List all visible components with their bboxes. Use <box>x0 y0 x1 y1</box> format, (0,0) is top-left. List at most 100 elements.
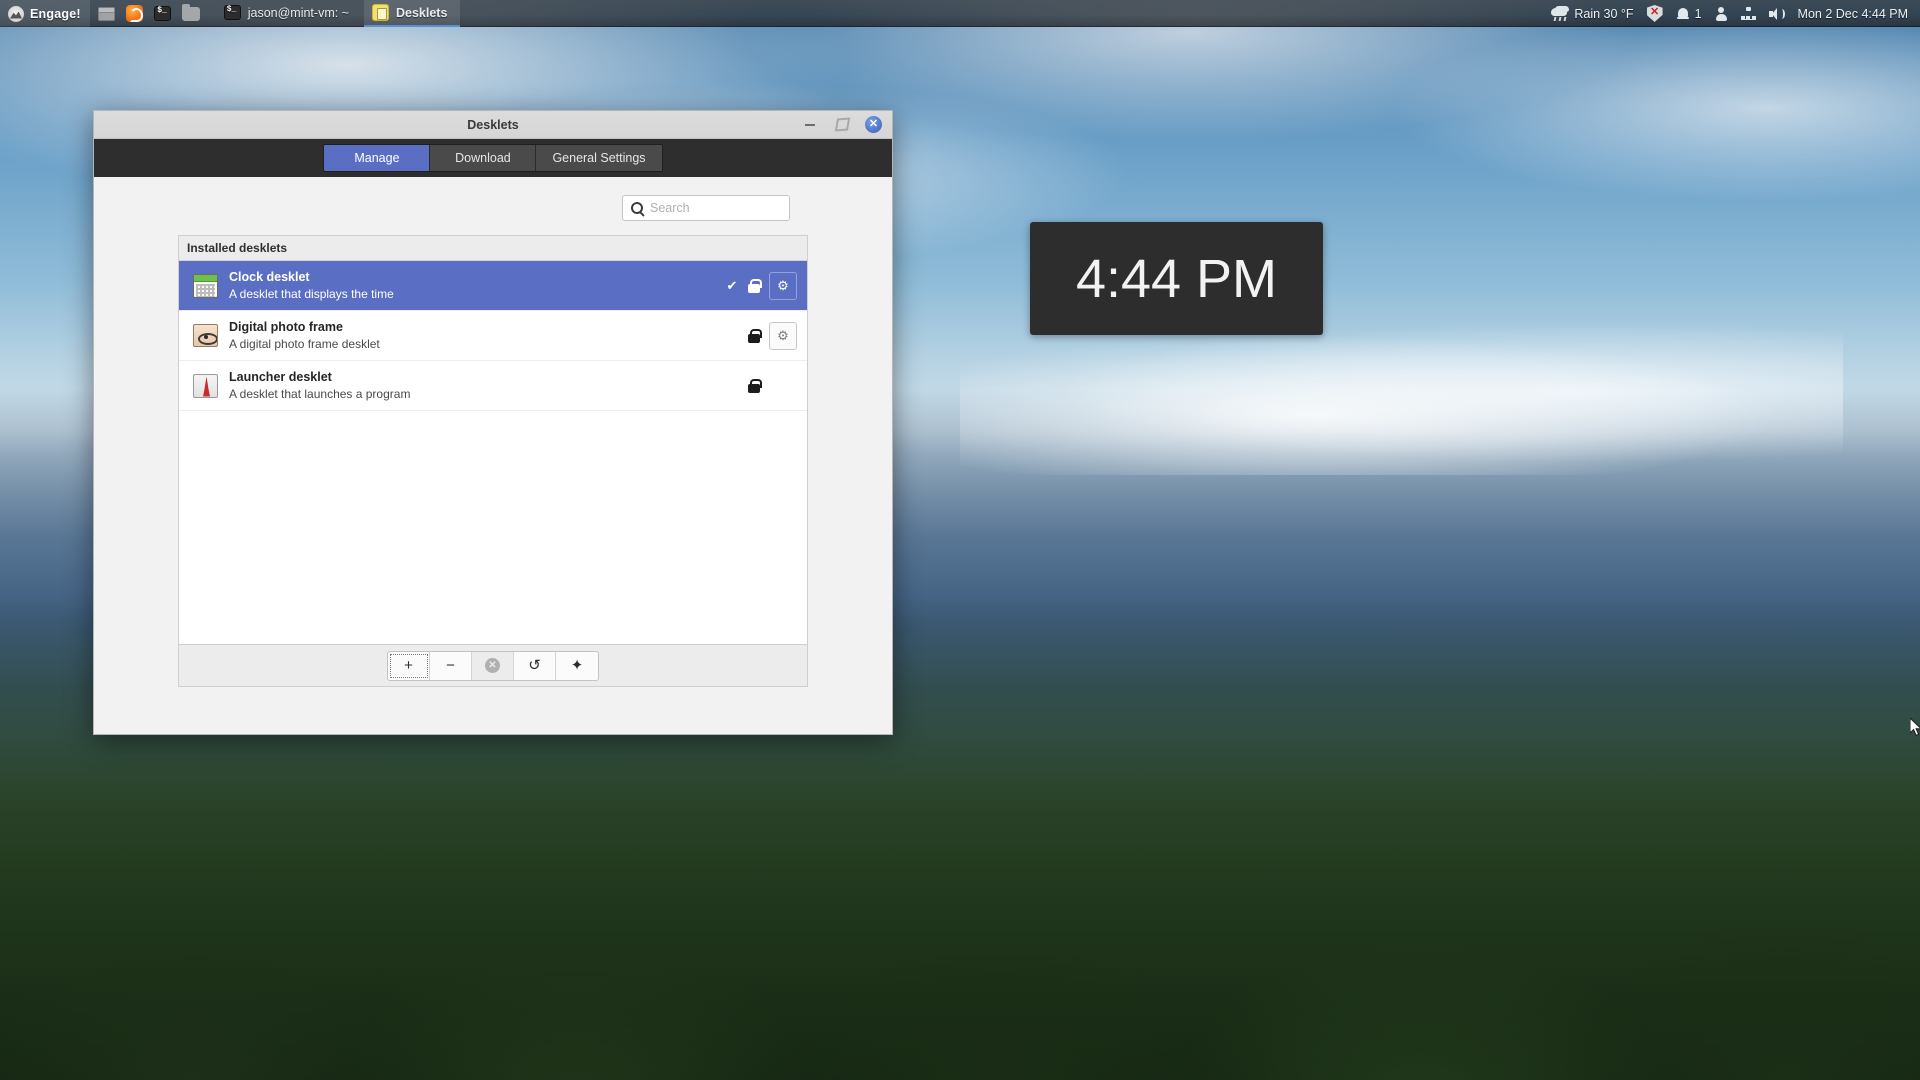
tab-manage-label: Manage <box>354 151 400 165</box>
remove-all-icon: ✕ <box>485 658 500 673</box>
launcher-desklet-icon <box>193 373 218 398</box>
tab-group: Manage Download General Settings <box>323 144 663 172</box>
table-row[interactable]: Digital photo frame A digital photo fram… <box>179 311 807 361</box>
undo-icon: ↺ <box>528 657 541 674</box>
search-icon <box>631 202 643 214</box>
menu-button-label: Engage! <box>30 6 81 21</box>
lock-icon <box>748 328 762 343</box>
tab-general-settings[interactable]: General Settings <box>536 145 662 171</box>
top-panel: Engage! jason@mint-vm: ~ Desklets Rain 3… <box>0 0 1920 27</box>
folder-icon <box>181 3 200 21</box>
volume-icon <box>1768 7 1785 21</box>
photo-frame-desklet-icon <box>193 324 218 347</box>
sparkle-icon: ✦ <box>570 657 584 674</box>
user-icon <box>1715 6 1728 21</box>
shield-alert-icon <box>1646 5 1663 22</box>
launcher-files[interactable] <box>178 3 204 25</box>
configure-button[interactable]: ⚙ <box>769 321 797 350</box>
clock-desklet[interactable]: 4:44 PM <box>1030 222 1323 335</box>
tab-download[interactable]: Download <box>430 145 537 171</box>
gear-icon: ⚙ <box>777 328 789 343</box>
list-toolbar: + − ✕ ↺ ✦ <box>178 645 808 687</box>
search-row <box>116 195 870 221</box>
window-icon <box>98 6 116 21</box>
toolbar-button-group: + − ✕ ↺ ✦ <box>387 650 599 681</box>
menu-button[interactable]: Engage! <box>0 0 90 27</box>
row-actions <box>725 378 797 393</box>
row-description: A desklet that launches a program <box>229 386 411 401</box>
row-description: A digital photo frame desklet <box>229 336 380 351</box>
tab-manage[interactable]: Manage <box>324 145 431 171</box>
maximize-button[interactable] <box>833 116 851 134</box>
desklets-window: Desklets Manage Download General Setting… <box>93 110 893 735</box>
launcher-firefox[interactable] <box>122 3 148 25</box>
table-row[interactable]: Launcher desklet A desklet that launches… <box>179 361 807 411</box>
configure-button[interactable]: ⚙ <box>769 271 797 300</box>
window-button-terminal[interactable]: jason@mint-vm: ~ <box>216 0 362 27</box>
table-row[interactable]: Clock desklet A desklet that displays th… <box>179 261 807 311</box>
launcher-window-list[interactable] <box>94 3 120 25</box>
window-titlebar[interactable]: Desklets <box>94 111 892 139</box>
search-box[interactable] <box>622 195 790 221</box>
row-title: Launcher desklet <box>229 369 332 384</box>
tray-user[interactable] <box>1713 0 1730 27</box>
window-controls <box>801 116 892 134</box>
firefox-icon <box>126 5 144 22</box>
cloud-rain-icon <box>1550 7 1569 21</box>
row-text: Launcher desklet A desklet that launches… <box>229 369 714 402</box>
window-button-terminal-label: jason@mint-vm: ~ <box>247 5 349 20</box>
row-text: Digital photo frame A digital photo fram… <box>229 319 714 352</box>
window-content: Installed desklets Clock desklet A deskl… <box>94 177 892 734</box>
tray-clock-label: Mon 2 Dec 4:44 PM <box>1797 6 1908 21</box>
row-text: Clock desklet A desklet that displays th… <box>229 269 714 302</box>
mint-menu-icon <box>8 5 24 22</box>
system-tray: Rain 30 °F 1 Mon 2 Dec 4:44 PM <box>1548 0 1920 27</box>
row-description: A desklet that displays the time <box>229 286 394 301</box>
tray-clock[interactable]: Mon 2 Dec 4:44 PM <box>1796 0 1910 27</box>
minimize-button[interactable] <box>801 116 819 134</box>
highlight-desklet-button[interactable]: ✦ <box>556 651 598 680</box>
window-title: Desklets <box>467 117 519 132</box>
lock-icon <box>748 378 762 393</box>
add-desklet-button[interactable]: + <box>388 651 430 680</box>
bell-icon <box>1676 6 1690 21</box>
tray-notification-count: 1 <box>1694 6 1702 21</box>
mouse-cursor <box>1910 718 1920 737</box>
tab-bar: Manage Download General Settings <box>94 139 892 177</box>
tray-weather-label: Rain 30 °F <box>1574 6 1634 21</box>
network-icon <box>1740 6 1756 21</box>
tray-volume[interactable] <box>1767 0 1787 27</box>
tray-shield[interactable] <box>1645 0 1665 27</box>
search-input[interactable] <box>650 201 781 215</box>
lock-icon <box>748 278 762 293</box>
restore-defaults-button[interactable]: ↺ <box>514 651 556 680</box>
enabled-check-icon: ✔ <box>726 277 738 293</box>
tray-notifications[interactable]: 1 <box>1674 0 1704 27</box>
row-title: Clock desklet <box>229 269 310 284</box>
launcher-group <box>90 3 210 25</box>
mountain-snow-highlight <box>960 324 1844 476</box>
row-actions: ⚙ <box>725 321 797 350</box>
tab-download-label: Download <box>455 151 511 165</box>
terminal-icon <box>154 6 172 21</box>
terminal-icon <box>223 5 241 20</box>
minus-icon: − <box>446 657 455 674</box>
window-button-desklets[interactable]: Desklets <box>363 0 461 27</box>
tab-general-settings-label: General Settings <box>552 151 646 165</box>
remove-all-button: ✕ <box>472 651 514 680</box>
volume-waves-icon <box>1779 8 1785 19</box>
tray-network[interactable] <box>1739 0 1758 27</box>
gear-icon: ⚙ <box>777 278 789 293</box>
clock-desklet-time: 4:44 PM <box>1075 248 1278 309</box>
close-button[interactable] <box>865 116 882 133</box>
tray-weather[interactable]: Rain 30 °F <box>1548 0 1635 27</box>
desklets-icon <box>371 4 389 21</box>
row-actions: ✔ ⚙ <box>725 271 797 300</box>
window-list: jason@mint-vm: ~ Desklets <box>210 0 461 27</box>
clock-desklet-icon <box>193 273 218 298</box>
list-body: Clock desklet A desklet that displays th… <box>179 261 807 644</box>
remove-desklet-button[interactable]: − <box>430 651 472 680</box>
panel-left-section: Engage! jason@mint-vm: ~ Desklets <box>0 0 461 27</box>
launcher-terminal[interactable] <box>150 3 176 25</box>
list-header: Installed desklets <box>179 236 807 261</box>
